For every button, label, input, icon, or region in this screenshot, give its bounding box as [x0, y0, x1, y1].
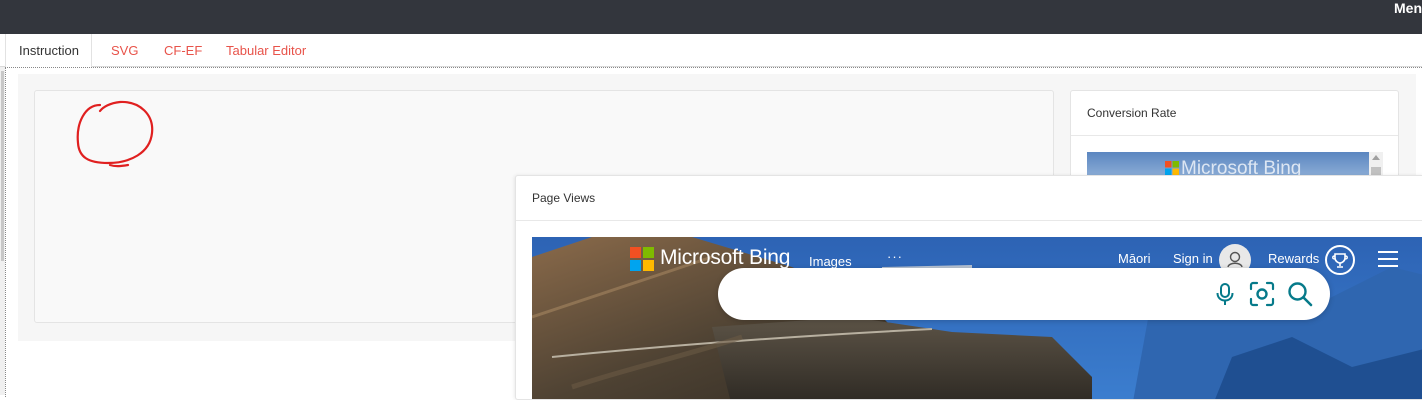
bing-homepage-embed: Microsoft Bing Images ··· Māori Sign in …	[532, 237, 1422, 399]
scroll-up-arrow-icon[interactable]	[1372, 155, 1380, 160]
tab-svg[interactable]: SVG	[111, 34, 138, 67]
left-scrollbar[interactable]	[0, 67, 5, 395]
tab-cf-ef[interactable]: CF-EF	[164, 34, 202, 67]
bing-brand-name[interactable]: Microsoft Bing	[660, 246, 790, 270]
card-title: Conversion Rate	[1071, 91, 1398, 136]
sign-in-link[interactable]: Sign in	[1173, 251, 1213, 266]
tab-bar: Instruction SVG CF-EF Tabular Editor	[0, 34, 1422, 67]
rewards-link[interactable]: Rewards	[1268, 251, 1319, 266]
microsoft-logo-icon[interactable]	[630, 247, 654, 271]
nav-more-link[interactable]: ···	[887, 249, 903, 264]
top-bar: Men	[0, 0, 1422, 34]
hamburger-menu-icon[interactable]	[1378, 251, 1398, 267]
menu-label[interactable]: Men	[1394, 0, 1422, 17]
red-circle-annotation	[76, 100, 154, 168]
search-box	[718, 268, 1330, 320]
language-link[interactable]: Māori	[1118, 251, 1151, 266]
trophy-icon[interactable]	[1325, 245, 1355, 275]
page-views-card: Page Views Microsoft Bing Images ··· Māo…	[515, 175, 1422, 400]
card-title: Page Views	[516, 176, 1422, 221]
tab-instruction[interactable]: Instruction	[5, 34, 92, 67]
scrollbar-thumb[interactable]	[1, 71, 4, 261]
visual-search-icon[interactable]	[1248, 280, 1276, 308]
search-input[interactable]	[738, 280, 1198, 308]
tab-tabular-editor[interactable]: Tabular Editor	[226, 34, 306, 67]
microsoft-logo-icon	[1165, 161, 1179, 175]
microphone-icon[interactable]	[1212, 281, 1238, 307]
nav-images-link[interactable]: Images	[809, 254, 852, 269]
search-icon[interactable]	[1286, 280, 1314, 308]
